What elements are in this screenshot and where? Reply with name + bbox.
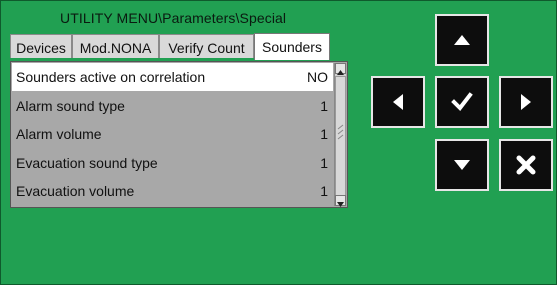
list-item-label: Alarm sound type (16, 98, 125, 114)
list-item[interactable]: Evacuation sound type 1 (12, 149, 333, 177)
up-arrow-icon (454, 35, 470, 45)
right-button[interactable] (499, 76, 553, 128)
list-item[interactable]: Alarm sound type 1 (12, 92, 333, 120)
list-item-value: 1 (320, 183, 328, 199)
list-item[interactable]: Alarm volume 1 (12, 120, 333, 148)
list-item-value: 1 (320, 155, 328, 171)
down-button[interactable] (435, 139, 489, 191)
list-item[interactable]: Sounders active on correlation NO (12, 63, 333, 91)
tab-verify-count[interactable]: Verify Count (159, 34, 254, 58)
left-arrow-icon (393, 94, 403, 110)
page-title: UTILITY MENU\Parameters\Special (60, 10, 287, 26)
list-item-label: Evacuation sound type (16, 155, 158, 171)
ok-button[interactable] (435, 76, 489, 128)
list-item-value: NO (307, 69, 328, 85)
list-item-label: Sounders active on correlation (16, 69, 206, 85)
tab-mod-nona[interactable]: Mod.NONA (72, 34, 159, 58)
scroll-up-button[interactable] (335, 63, 346, 75)
screen-frame: UTILITY MENU\Parameters\Special Devices … (0, 0, 557, 285)
tab-sounders[interactable]: Sounders (254, 33, 330, 60)
tab-devices[interactable]: Devices (10, 34, 72, 58)
up-button[interactable] (435, 14, 489, 66)
list-item-value: 1 (320, 126, 328, 142)
list-item-label: Alarm volume (16, 126, 102, 142)
scroll-down-arrow-icon (337, 202, 344, 207)
left-button[interactable] (371, 76, 425, 128)
cancel-button[interactable] (499, 139, 553, 191)
list-item[interactable]: Evacuation volume 1 (12, 177, 333, 205)
scroll-down-button[interactable] (335, 195, 346, 207)
list-item-value: 1 (320, 98, 328, 114)
scroll-grip-icon (337, 124, 344, 140)
down-arrow-icon (454, 160, 470, 170)
list-item-label: Evacuation volume (16, 183, 135, 199)
parameter-list: Sounders active on correlation NO Alarm … (10, 61, 348, 208)
list-scrollbar[interactable] (334, 63, 346, 207)
check-icon (451, 92, 473, 112)
right-arrow-icon (521, 94, 531, 110)
scroll-thumb[interactable] (335, 76, 346, 196)
cancel-icon (516, 155, 536, 175)
